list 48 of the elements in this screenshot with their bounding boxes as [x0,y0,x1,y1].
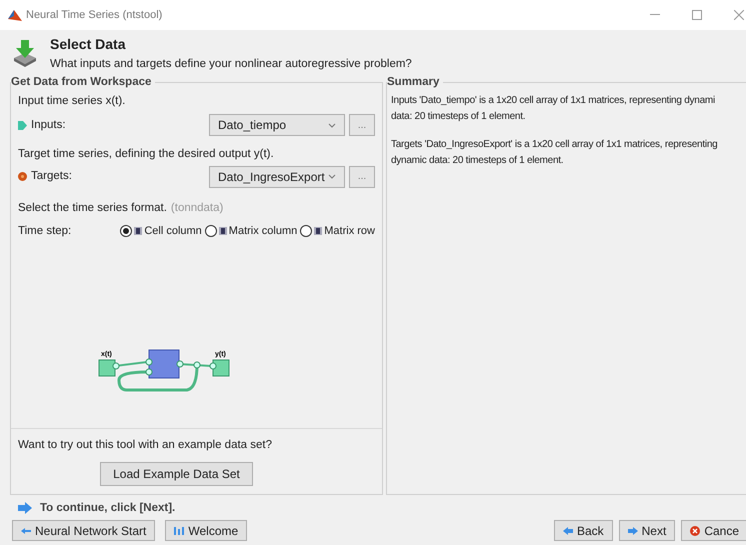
continue-hint: To continue, click [Next]. [40,500,176,516]
minimize-icon[interactable] [650,14,660,16]
maximize-icon[interactable] [692,10,702,20]
back-button[interactable]: Back [554,520,613,541]
arrow-right-icon [628,526,638,534]
input-arrow-icon [18,120,27,130]
welcome-button[interactable]: Welcome [165,520,248,541]
start-button[interactable]: Neural Network Start [12,520,156,541]
arrow-left-icon [562,526,573,534]
cancel-button[interactable]: Cance [681,520,746,541]
cancel-icon [690,526,700,536]
input-hint: Input time series x(t). [18,94,126,109]
summary-text: Targets 'Dato_IngresoExport' is a 1x20 cell array of 1x1 matrices, representing dynamic data: 20 timesteps of 1 element. [391,138,718,168]
radio-button[interactable] [300,225,312,238]
radio-button[interactable] [204,225,217,238]
targets-label: Targets: [31,168,72,184]
target-icon [18,172,27,181]
format-hint: Select the time series format. [18,200,167,216]
page-title: Select Data [50,35,127,54]
format-code: (tonndata) [170,200,224,216]
browse-button[interactable]: ... [349,166,375,188]
browse-button[interactable]: ... [349,114,375,136]
radio-option[interactable]: Matrix column [204,223,298,240]
arrow-right-icon [18,502,32,514]
load-example-button[interactable]: Load Example Data Set [100,462,253,486]
dropdown[interactable]: Dato_IngresoExport [209,166,345,188]
arrow-left-icon [21,528,31,534]
chevron-icon [328,174,336,179]
summary-text: Inputs 'Dato_tiempo' is a 1x20 cell array of 1x1 matrices, representing dynami data: 20 timesteps of 1 element. [391,94,716,124]
radio-button[interactable] [120,225,132,238]
dropdown[interactable]: Dato_tiempo [209,114,345,136]
next-button[interactable]: Next [618,520,676,541]
app-logo-icon [8,8,22,22]
example-prompt: Want to try out this tool with an example data set? [18,438,273,452]
chevron-icon [328,122,336,128]
format-icon [314,227,322,236]
inputs-label: Inputs: [31,118,66,133]
format-icon [134,227,142,236]
window-title: Neural Time Series (ntstool) [26,8,162,23]
close-icon[interactable] [734,10,744,20]
time-step-label: Time step: [18,224,72,239]
format-icon [218,227,227,236]
radio-option[interactable]: Matrix row [300,223,375,240]
radio-option[interactable]: Cell column [120,223,202,240]
page-subtitle: What inputs and targets define your nonlinear autoregressive problem? [50,57,412,72]
welcome-icon [174,526,184,534]
download-icon [12,38,38,68]
target-hint: Target time series, defining the desired output y(t). [18,147,275,162]
